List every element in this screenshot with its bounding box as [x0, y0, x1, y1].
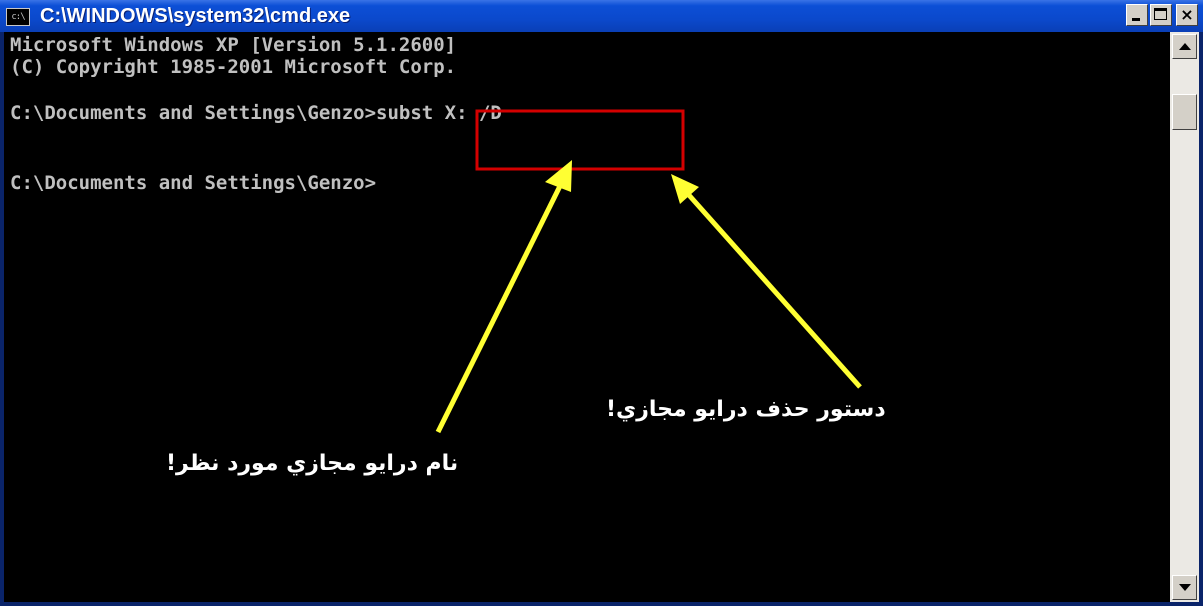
delete-command-label: دستور حذف درايو مجازي!: [606, 397, 886, 422]
delete-command-arrow: [686, 192, 862, 389]
drive-name-label: نام درايو مجازي مورد نظر!: [166, 451, 459, 476]
annotation-overlay: [435, 109, 862, 434]
drive-name-arrow: [435, 180, 565, 434]
command-highlight-box: [475, 109, 685, 171]
